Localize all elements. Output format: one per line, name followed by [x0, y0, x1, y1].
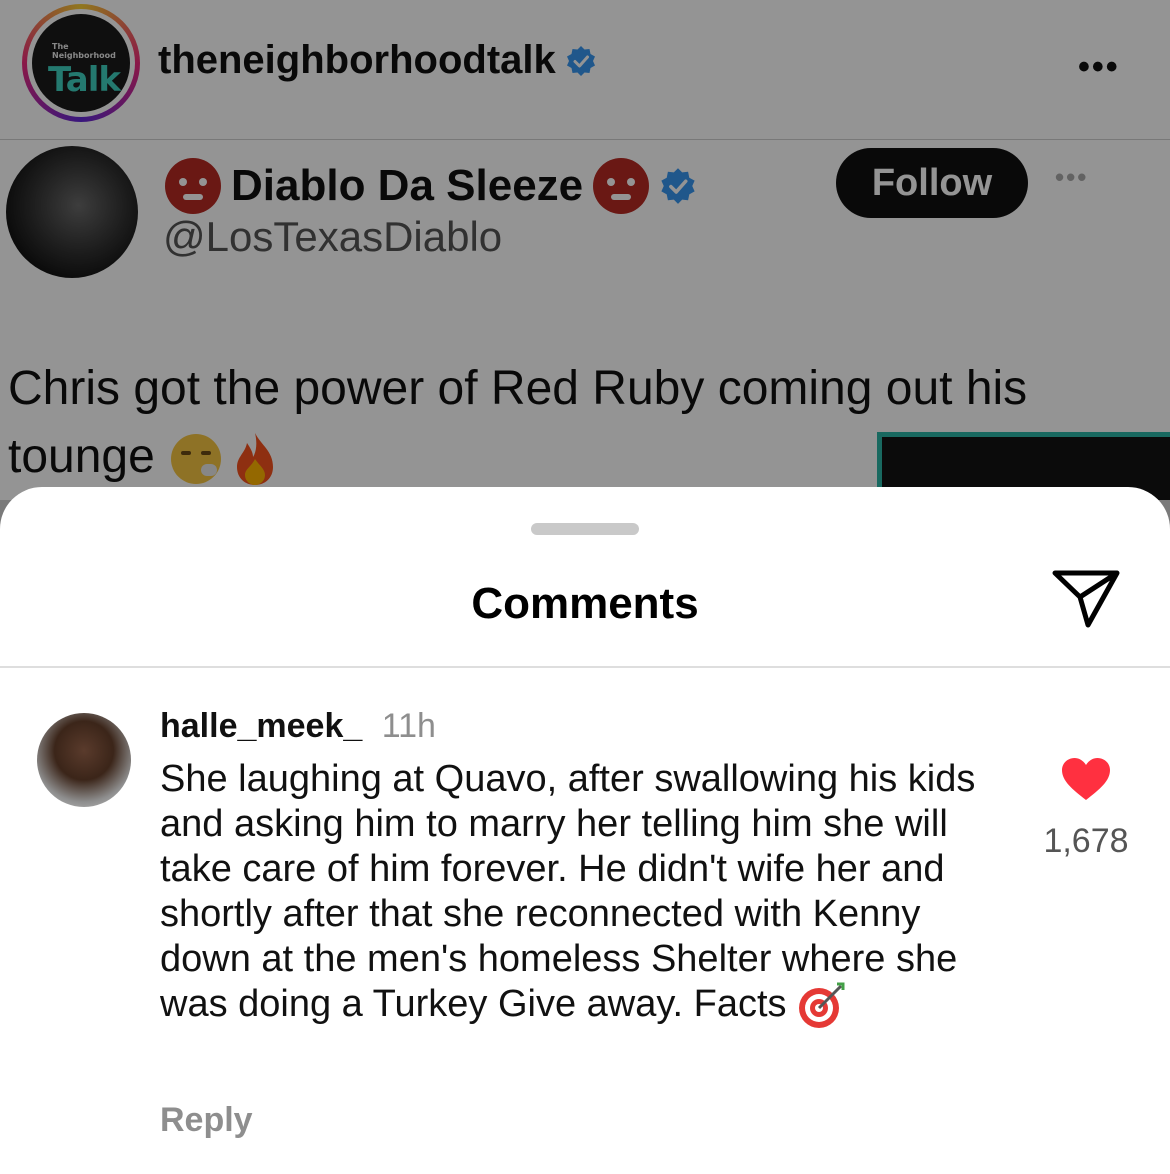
comment-username[interactable]: halle_meek_: [160, 707, 362, 745]
verified-badge-icon: [567, 46, 595, 76]
post: The Neighborhood Talk theneighborhoodtal…: [0, 0, 1170, 500]
devil-emoji-icon: [165, 158, 221, 214]
tweet-name-row: Diablo Da Sleeze: [165, 158, 697, 214]
comment-time: 11h: [381, 707, 436, 745]
tired-face-emoji-icon: [170, 434, 221, 485]
devil-emoji-icon: [593, 158, 650, 214]
tweet-avatar[interactable]: [6, 146, 138, 278]
target-emoji-icon: [798, 982, 845, 1028]
fire-emoji-icon: [236, 433, 273, 486]
more-icon[interactable]: •••: [1055, 162, 1088, 193]
story-ring[interactable]: The Neighborhood Talk: [22, 4, 140, 122]
post-header: The Neighborhood Talk theneighborhoodtal…: [0, 0, 1170, 140]
verified-badge-icon: [661, 168, 695, 204]
comment-avatar[interactable]: [37, 713, 131, 807]
heart-icon[interactable]: [1060, 756, 1112, 802]
account-name[interactable]: theneighborhoodtalk: [158, 38, 556, 83]
more-icon[interactable]: •••: [1078, 48, 1120, 87]
sheet-title: Comments: [471, 579, 699, 628]
comments-sheet: Comments halle_meek_ 11h She laughing at…: [0, 487, 1170, 1174]
comment-body: She laughing at Quavo, after swallowing …: [160, 758, 976, 1026]
tweet-handle[interactable]: @LosTexasDiablo: [163, 213, 502, 261]
logo-small-text: The Neighborhood: [52, 42, 116, 60]
share-icon[interactable]: [1050, 567, 1122, 631]
account-avatar: The Neighborhood Talk: [32, 14, 130, 112]
comment-meta: halle_meek_ 11h: [160, 707, 436, 746]
logo-big-text: Talk: [48, 60, 121, 100]
reply-button[interactable]: Reply: [160, 1101, 253, 1140]
follow-button[interactable]: Follow: [836, 148, 1028, 218]
tweet-text-fragment: tounge: [8, 430, 155, 483]
sheet-grabber[interactable]: [531, 523, 639, 535]
tweet-text-line: Chris got the power of Red Ruby coming o…: [8, 362, 1028, 415]
like-count: 1,678: [1043, 822, 1129, 860]
divider: [0, 666, 1170, 668]
tweet-display-name[interactable]: Diablo Da Sleeze: [231, 161, 583, 211]
comment-text: She laughing at Quavo, after swallowing …: [160, 757, 980, 1030]
